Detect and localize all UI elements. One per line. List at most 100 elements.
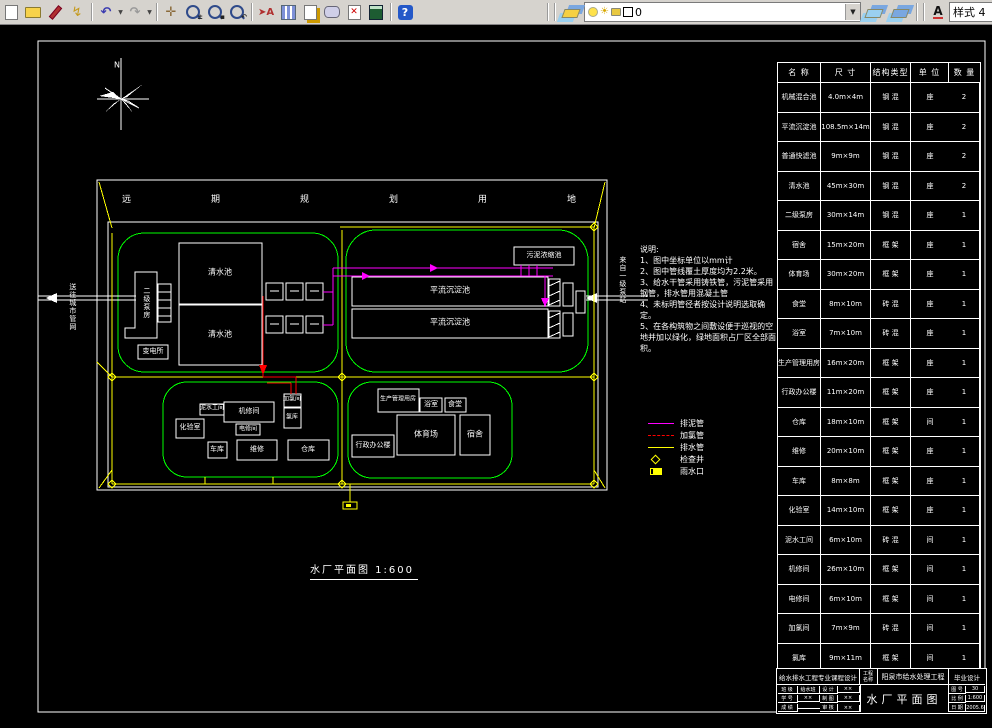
electrical-repair-label: 电修间 [238, 425, 258, 433]
table-cell-qty: 1 [949, 230, 980, 260]
calculator-button[interactable] [366, 2, 386, 22]
chlorine-store-label: 氯库 [285, 413, 299, 421]
sheet-title: 水厂平面图 [860, 685, 949, 712]
layer-on-bulb-icon[interactable] [588, 7, 598, 17]
warehouse-label: 仓库 [301, 445, 315, 454]
table-cell-qty: 1 [949, 201, 980, 231]
table-header: 名 称 [778, 63, 821, 83]
legend-label: 排泥管 [680, 418, 704, 428]
laboratory-label: 化验室 [179, 423, 201, 432]
table-cell-qty: 1 [949, 260, 980, 290]
sig-cell: ×× [797, 695, 820, 703]
sheet-info-table: 图 号 30 比 例 1:600 日 期 2005.6 [949, 685, 985, 712]
brush-button[interactable] [45, 2, 65, 22]
layer-lock-icon[interactable] [610, 8, 621, 16]
layer-properties-button[interactable] [559, 2, 583, 22]
redo-button[interactable]: ↷ [125, 2, 145, 22]
inspection-well-swatch [648, 454, 674, 464]
table-cell-qty: 2 [949, 171, 980, 201]
substation-label: 变电所 [142, 347, 164, 356]
style-combo[interactable]: 样式 4 ▼ [949, 2, 992, 22]
note-item: 4、未标明管径者按设计说明选取确定。 [640, 300, 766, 320]
help-button[interactable]: ? [395, 2, 415, 22]
outlet-pipe [38, 293, 136, 303]
sedimentation-tank-label: 平流沉淀池 [430, 317, 470, 327]
table-cell-structure: 框 架 [871, 466, 911, 496]
chlorination-room-label: 加氯间 [282, 395, 302, 403]
red-x-sheet-icon: ✕ [347, 4, 361, 20]
chlorine-pipes [259, 296, 297, 394]
legend-item: 检查井 [648, 453, 704, 465]
drawing-title: 水厂平面图 1:600 [310, 561, 418, 580]
legend-item: 排泥管 [648, 417, 704, 429]
zone-boundaries [117, 229, 589, 479]
sludge-thickener-label: 污泥浓缩池 [526, 251, 562, 260]
render-button[interactable] [322, 2, 342, 22]
layer-combo-arrow[interactable]: ▼ [845, 4, 860, 20]
sheet-set-button[interactable] [300, 2, 320, 22]
toolbar-separator [156, 3, 157, 21]
text-style-icon: A [933, 4, 943, 19]
layer-combo[interactable]: ☀ 0 ▼ [584, 2, 861, 22]
redo-dropdown[interactable]: ▼ [146, 9, 153, 16]
table-cell-name: 体育场 [778, 260, 821, 290]
make-layer-current-button[interactable] [862, 2, 886, 22]
table-cell-unit: 座 [911, 319, 949, 349]
table-cell-name: 宿舍 [778, 230, 821, 260]
mud-workroom-label: 泥水工间 [199, 404, 225, 412]
sig-cell: 班 级 [777, 685, 798, 694]
table-cell-structure: 框 架 [871, 496, 911, 526]
table-cell-structure: 砖 混 [871, 319, 911, 349]
table-cell-size: 16m×20m [821, 348, 871, 378]
undo-dropdown[interactable]: ▼ [117, 9, 124, 16]
table-cell-unit: 座 [911, 142, 949, 172]
pan-button[interactable]: ✛ [161, 2, 181, 22]
info-value: 30 [966, 686, 985, 694]
open-button[interactable] [23, 2, 43, 22]
new-file-button[interactable] [1, 2, 21, 22]
text-style-button[interactable]: A [928, 2, 948, 22]
dormitory-label: 宿舍 [467, 429, 483, 439]
table-cell-structure: 砖 混 [871, 614, 911, 644]
zoom-realtime-button[interactable]: ± [183, 2, 203, 22]
pan-hand-icon: ✛ [165, 4, 177, 20]
rain-inlet-swatch [648, 467, 674, 475]
table-cell-qty: 1 [949, 584, 980, 614]
markup-button[interactable]: ✕ [344, 2, 364, 22]
sig-cell: ×× [837, 686, 860, 694]
table-cell-structure: 钢 混 [871, 142, 911, 172]
zoom-window-button[interactable]: ▪ [205, 2, 225, 22]
notes-block: 说明: 1、图中坐标单位以mm计 2、图中管线覆土厚度均为2.2米。 3、给水干… [640, 244, 778, 354]
quick-select-button[interactable]: ➤A [256, 2, 276, 22]
sig-cell: 学 号 [777, 694, 798, 703]
table-cell-size: 8m×10m [821, 289, 871, 319]
equipment-table: 名 称 尺 寸 结构类型 单 位 数 量 机械混合池 4.0m×4m 钢 混 座… [777, 62, 981, 674]
layer-freeze-sun-icon[interactable]: ☀ [600, 7, 609, 17]
clear-water-tank-label: 清水池 [208, 329, 232, 339]
table-cell-size: 15m×20m [821, 230, 871, 260]
layer-palette-button[interactable] [278, 2, 298, 22]
garage-label: 车库 [210, 445, 224, 454]
undo-button[interactable]: ↶ [96, 2, 116, 22]
pump-house-label: 二级泵房 [142, 287, 151, 319]
note-item: 2、图中管线覆土厚度均为2.2米。 [640, 267, 762, 276]
match-properties-button[interactable]: ↯ [67, 2, 87, 22]
note-item: 5、在各构筑物之间敷设便于巡视的空地并加以绿化，绿地面积占厂区全部面积。 [640, 322, 776, 353]
legend-label: 排水管 [680, 442, 704, 452]
app-window: ↯ ↶ ▼ ↷ ▼ ✛ ± ▪ ↶ ➤A ✕ ? ☀ 0 ▼ A 样式 4 N … [0, 0, 992, 728]
table-cell-structure: 砖 混 [871, 289, 911, 319]
legend-item: 加氯管 [648, 429, 704, 441]
table-cell-structure: 框 架 [871, 260, 911, 290]
toolbar: ↯ ↶ ▼ ↷ ▼ ✛ ± ▪ ↶ ➤A ✕ ? ☀ 0 ▼ A 样式 4 [0, 0, 992, 25]
table-cell-qty: 1 [949, 319, 980, 349]
zoom-previous-button[interactable]: ↶ [227, 2, 247, 22]
sheet-arrow-icon [303, 4, 317, 20]
bathhouse-label: 浴室 [424, 400, 438, 409]
pointer-text-icon: ➤A [257, 6, 275, 18]
layer-previous-button[interactable] [888, 2, 912, 22]
table-cell-unit: 座 [911, 260, 949, 290]
table-header: 尺 寸 [821, 63, 871, 83]
table-cell-name: 浴室 [778, 319, 821, 349]
table-cell-unit: 间 [911, 526, 949, 555]
canteen-label: 食堂 [448, 400, 462, 409]
